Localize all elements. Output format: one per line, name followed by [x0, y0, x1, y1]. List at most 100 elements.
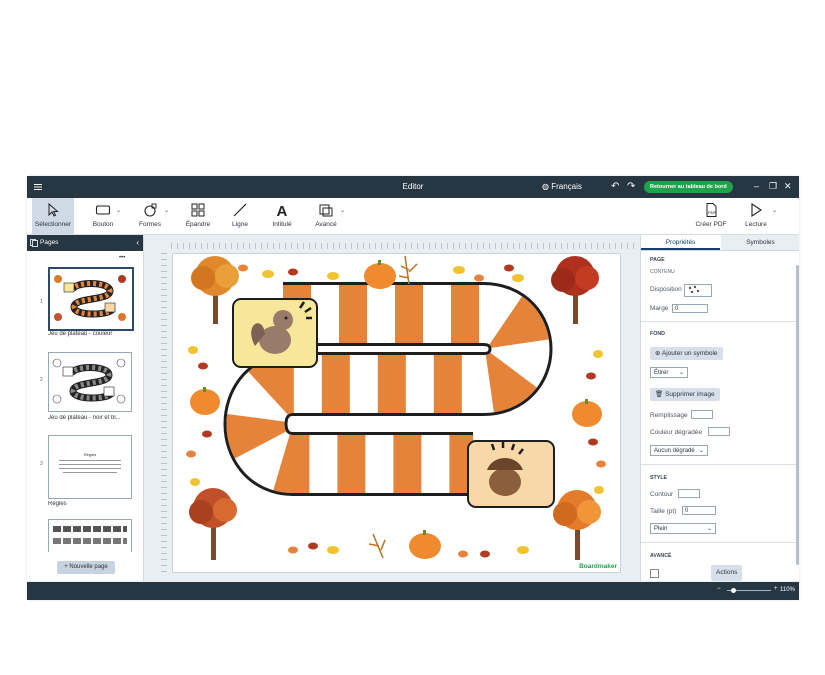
page-thumbnail-bw[interactable]: [48, 352, 132, 412]
page-label: Jeu de plateau - noir et bl...: [48, 415, 121, 421]
line-icon: [233, 203, 247, 217]
line-tool[interactable]: Ligne: [226, 198, 254, 234]
language-label: Français: [551, 182, 582, 191]
outline-color-picker[interactable]: [678, 489, 700, 498]
select-tool-label: Sélectionner: [34, 221, 72, 228]
page-thumbnail-4[interactable]: [48, 519, 132, 552]
section-advanced: AVANCÉ: [650, 553, 672, 559]
language-selector[interactable]: ◍ Français: [542, 182, 582, 191]
tree: [191, 256, 239, 324]
margin-label: Marge: [650, 305, 669, 312]
cursor-icon: [48, 202, 59, 217]
section-page: PAGE: [650, 257, 665, 263]
pages-header: Pages ‹: [27, 235, 143, 251]
create-pdf-button[interactable]: PDF Créer PDF: [694, 198, 728, 234]
title-tool[interactable]: A Intitulé: [267, 198, 297, 234]
divider: [641, 542, 799, 543]
chevron-down-icon: ⌄: [698, 448, 704, 454]
stretch-value: Étirer: [654, 370, 669, 376]
layout-label: Disposition: [650, 286, 682, 293]
redo-icon[interactable]: ↷: [627, 181, 635, 192]
chevron-down-icon: ⌄: [706, 526, 712, 532]
editor-window: Editor ◍ Français ↶ ↷ Retourner au table…: [27, 176, 799, 600]
boardmaker-logo: Boardmaker: [579, 563, 617, 570]
chevron-down-icon[interactable]: ⌄: [340, 207, 345, 214]
select-tool[interactable]: Sélectionner: [32, 198, 74, 234]
page-label: Jeu de plateau - couleur: [48, 331, 113, 337]
globe-icon: ◍: [542, 182, 549, 191]
button-tool[interactable]: Bouton ⌄: [87, 198, 121, 234]
title-tool-label: Intitulé: [272, 221, 292, 228]
grid-icon: [191, 203, 205, 217]
delete-image-label: Supprimer image: [665, 391, 715, 398]
gradient-select[interactable]: Aucun dégradé ⌄: [650, 445, 708, 456]
zoom-out-icon[interactable]: −: [717, 586, 721, 592]
page-more-options-icon[interactable]: •••: [119, 255, 125, 261]
line-tool-label: Ligne: [232, 221, 248, 228]
section-style: STYLE: [650, 475, 668, 481]
pages-title: Pages: [40, 239, 59, 246]
fill-label: Remplissage: [650, 412, 688, 419]
panel-tabs: Propriétés Symboles: [641, 235, 799, 251]
shapes-icon: [144, 203, 157, 217]
fill-color-picker[interactable]: [691, 410, 713, 419]
zoom-in-icon[interactable]: +: [774, 586, 778, 592]
minimize-icon[interactable]: –: [754, 181, 759, 191]
rectangle-icon: [95, 205, 111, 215]
gradient-value: Aucun dégradé: [654, 448, 695, 454]
create-pdf-label: Créer PDF: [695, 221, 727, 228]
board-page[interactable]: Boardmaker: [172, 253, 621, 573]
page-number: 3: [40, 461, 43, 467]
chevron-down-icon[interactable]: ⌄: [164, 207, 169, 214]
actions-button[interactable]: Actions: [711, 565, 743, 581]
button-tool-label: Bouton: [92, 221, 114, 228]
margin-input[interactable]: 0: [672, 304, 708, 313]
spread-tool[interactable]: Épandre: [183, 198, 213, 234]
shapes-tool-label: Formes: [138, 221, 162, 228]
size-input[interactable]: 0: [682, 506, 716, 515]
page-number: 2: [40, 377, 43, 383]
pages-icon: [30, 239, 38, 247]
add-symbol-button[interactable]: ⊕ Ajouter un symbole: [650, 347, 723, 360]
close-icon[interactable]: ✕: [784, 181, 792, 192]
pages-panel: Pages ‹ ••• 1 Jeu de plateau - couleur 2…: [27, 235, 144, 581]
layout-icon: [688, 285, 700, 294]
page-thumbnail-rules[interactable]: Règles: [48, 435, 132, 499]
zoom-slider-handle[interactable]: [730, 588, 736, 593]
page-label: Règles: [48, 501, 67, 507]
maximize-icon[interactable]: ❐: [769, 181, 777, 192]
gradient-color-picker[interactable]: [708, 427, 730, 436]
stretch-select[interactable]: Étirer ⌄: [650, 367, 688, 378]
text-a-icon: A: [277, 203, 288, 218]
tab-properties[interactable]: Propriétés: [641, 235, 720, 250]
advanced-tool[interactable]: Avancé ⌄: [311, 198, 345, 234]
stroke-style-value: Plein: [654, 526, 668, 532]
properties-scrollbar[interactable]: [796, 265, 799, 565]
page-thumbnail-color[interactable]: [48, 267, 134, 331]
svg-text:A: A: [277, 203, 288, 218]
shapes-tool[interactable]: Formes ⌄: [135, 198, 169, 234]
actions-label: Actions: [716, 569, 738, 576]
chevron-down-icon[interactable]: ⌄: [116, 207, 121, 214]
chevron-down-icon[interactable]: ⌄: [772, 207, 777, 214]
add-symbol-label: Ajouter un symbole: [661, 350, 718, 357]
collapse-chevron-icon[interactable]: ‹: [136, 235, 139, 251]
spread-tool-label: Épandre: [185, 221, 211, 228]
play-icon: [751, 202, 762, 218]
layout-dropdown[interactable]: [684, 284, 712, 297]
advanced-tool-label: Avancé: [315, 221, 337, 228]
stroke-style-select[interactable]: Plein ⌄: [650, 523, 716, 534]
tab-symbols[interactable]: Symboles: [721, 235, 799, 250]
new-page-button[interactable]: + Nouvelle page: [57, 561, 115, 574]
play-label: Lecture: [745, 221, 767, 228]
return-dashboard-button[interactable]: Retourner au tableau de bord: [644, 181, 733, 193]
toolbar: Sélectionner Bouton ⌄ Formes ⌄ Épandre L…: [27, 198, 799, 235]
advanced-checkbox[interactable]: [650, 569, 659, 578]
divider: [641, 464, 799, 465]
delete-image-button[interactable]: 🗑 Supprimer image: [650, 388, 720, 401]
outline-label: Contour: [650, 491, 674, 498]
play-button[interactable]: Lecture ⌄: [739, 198, 777, 234]
undo-icon[interactable]: ↶: [611, 181, 619, 192]
gradient-color-label: Couleur dégradée: [650, 429, 703, 436]
section-background: FOND: [650, 331, 666, 337]
